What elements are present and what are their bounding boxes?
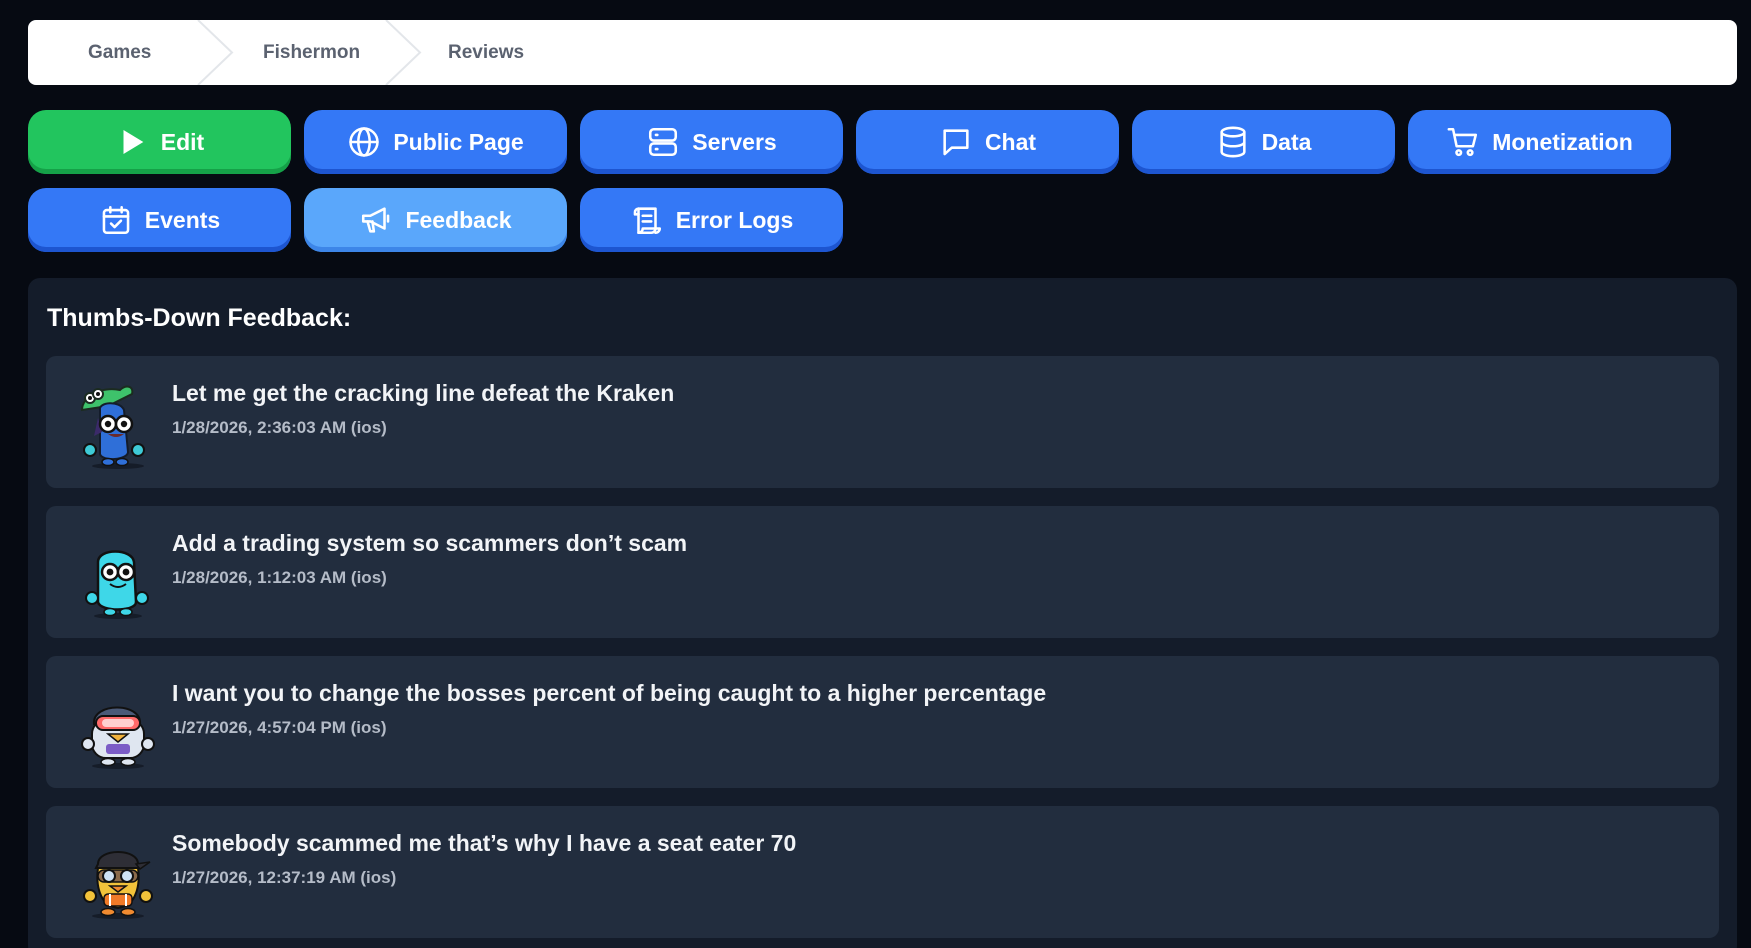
megaphone-icon — [359, 203, 393, 237]
events-button[interactable]: Events — [28, 188, 291, 252]
breadcrumb-label: Games — [88, 41, 152, 63]
monetization-button[interactable]: Monetization — [1408, 110, 1671, 174]
servers-button-label: Servers — [692, 128, 777, 155]
feedback-button[interactable]: Feedback — [304, 188, 567, 252]
feedback-item: I want you to change the bosses percent … — [46, 656, 1719, 788]
globe-icon — [347, 125, 381, 159]
events-button-label: Events — [144, 206, 221, 233]
error-logs-button[interactable]: Error Logs — [580, 188, 843, 252]
edit-button-label: Edit — [160, 128, 205, 155]
monetization-button-label: Monetization — [1492, 128, 1633, 155]
chat-bubble-icon — [939, 125, 973, 159]
breadcrumb-label: Reviews — [448, 41, 525, 63]
feedback-item: Add a trading system so scammers don’t s… — [46, 506, 1719, 638]
chevron-separator-icon — [385, 20, 422, 85]
feedback-panel: Thumbs-Down Feedback: Let me get the cra… — [28, 278, 1737, 948]
public-page-button-label: Public Page — [393, 128, 524, 155]
cyan-blob-creature-avatar — [85, 550, 149, 619]
feedback-timestamp: 1/27/2026, 4:57:04 PM (ios) — [172, 718, 387, 737]
chevron-separator-icon — [197, 20, 234, 85]
error-logs-button-label: Error Logs — [675, 206, 794, 233]
breadcrumb: Games Fishermon Reviews — [28, 20, 1737, 85]
feedback-item: Let me get the cracking line defeat the … — [46, 356, 1719, 488]
chat-button-label: Chat — [984, 128, 1037, 155]
panel-title: Thumbs-Down Feedback: — [47, 304, 352, 332]
data-button[interactable]: Data — [1132, 110, 1395, 174]
calendar-check-icon — [99, 203, 133, 237]
scroll-icon — [630, 203, 664, 237]
feedback-text: Add a trading system so scammers don’t s… — [172, 530, 688, 556]
breadcrumb-games[interactable]: Games — [28, 20, 235, 85]
servers-button[interactable]: Servers — [580, 110, 843, 174]
green-hat-blue-creature-avatar — [80, 385, 145, 469]
feedback-timestamp: 1/28/2026, 2:36:03 AM (ios) — [172, 418, 387, 437]
breadcrumb-fishermon[interactable]: Fishermon — [235, 20, 423, 85]
feedback-text: Somebody scammed me that’s why I have a … — [172, 830, 797, 856]
feedback-text: Let me get the cracking line defeat the … — [172, 380, 675, 406]
breadcrumb-reviews[interactable]: Reviews — [423, 20, 524, 85]
astronaut-goggles-avatar — [81, 706, 155, 769]
data-button-label: Data — [1261, 128, 1312, 155]
feedback-timestamp: 1/28/2026, 1:12:03 AM (ios) — [172, 568, 387, 587]
cart-icon — [1446, 125, 1480, 159]
public-page-button[interactable]: Public Page — [304, 110, 567, 174]
edit-button[interactable]: Edit — [28, 110, 291, 174]
play-icon — [115, 125, 149, 159]
chat-button[interactable]: Chat — [856, 110, 1119, 174]
feedback-item: Somebody scammed me that’s why I have a … — [46, 806, 1719, 938]
breadcrumb-label: Fishermon — [263, 41, 361, 63]
page: Games Fishermon Reviews Edit Public Page… — [0, 0, 1751, 948]
server-icon — [646, 125, 680, 159]
feedback-button-label: Feedback — [405, 206, 512, 233]
feedback-text: I want you to change the bosses percent … — [172, 680, 1047, 706]
feedback-timestamp: 1/27/2026, 12:37:19 AM (ios) — [172, 868, 397, 887]
database-icon — [1216, 125, 1250, 159]
orange-duck-goggles-avatar — [83, 851, 153, 919]
